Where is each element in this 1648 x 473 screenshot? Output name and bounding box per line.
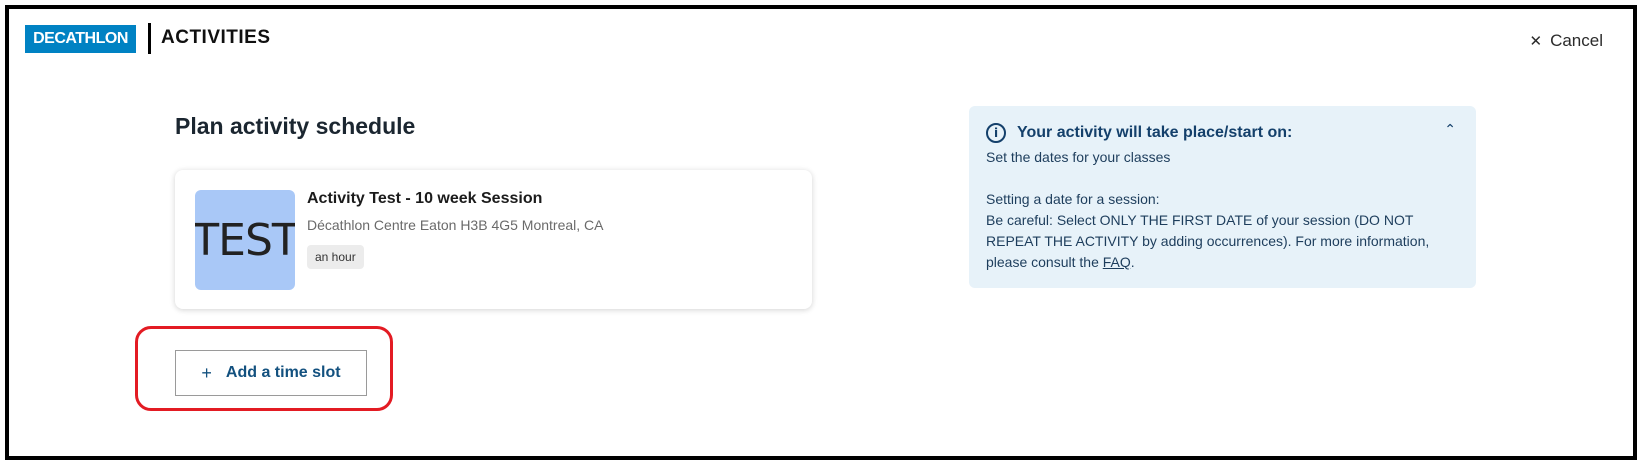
info-icon: i xyxy=(986,123,1006,143)
activity-card: TEST Activity Test - 10 week Session Déc… xyxy=(175,170,812,309)
header-divider xyxy=(148,23,151,54)
info-body-text: Be careful: Select ONLY THE FIRST DATE o… xyxy=(986,212,1430,270)
header-title: ACTIVITIES xyxy=(161,27,271,48)
activity-title: Activity Test - 10 week Session xyxy=(307,190,543,207)
info-title: Your activity will take place/start on: xyxy=(1017,124,1293,141)
duration-badge: an hour xyxy=(307,245,364,269)
activity-location: Décathlon Centre Eaton H3B 4G5 Montreal,… xyxy=(307,217,604,233)
cancel-button[interactable]: ✕ Cancel xyxy=(1530,31,1604,51)
info-body: Set the dates for your classes Setting a… xyxy=(986,147,1464,273)
activity-thumbnail: TEST xyxy=(195,190,295,290)
info-subtitle: Set the dates for your classes xyxy=(986,149,1171,165)
page-title: Plan activity schedule xyxy=(175,113,416,139)
info-section-heading: Setting a date for a session: xyxy=(986,191,1160,207)
decathlon-logo[interactable]: DECATHLON xyxy=(25,25,136,53)
chevron-up-icon[interactable]: ⌃ xyxy=(1444,122,1456,138)
info-body-paragraph: Be careful: Select ONLY THE FIRST DATE o… xyxy=(986,210,1464,273)
info-panel: i Your activity will take place/start on… xyxy=(969,106,1476,288)
faq-link[interactable]: FAQ xyxy=(1103,254,1131,270)
close-icon: ✕ xyxy=(1529,33,1543,50)
info-trailing: . xyxy=(1130,254,1135,270)
thumbnail-text: TEST xyxy=(195,214,295,266)
logo-text: DECATHLON xyxy=(33,30,128,47)
highlight-box xyxy=(135,326,393,411)
cancel-label: Cancel xyxy=(1550,31,1603,50)
